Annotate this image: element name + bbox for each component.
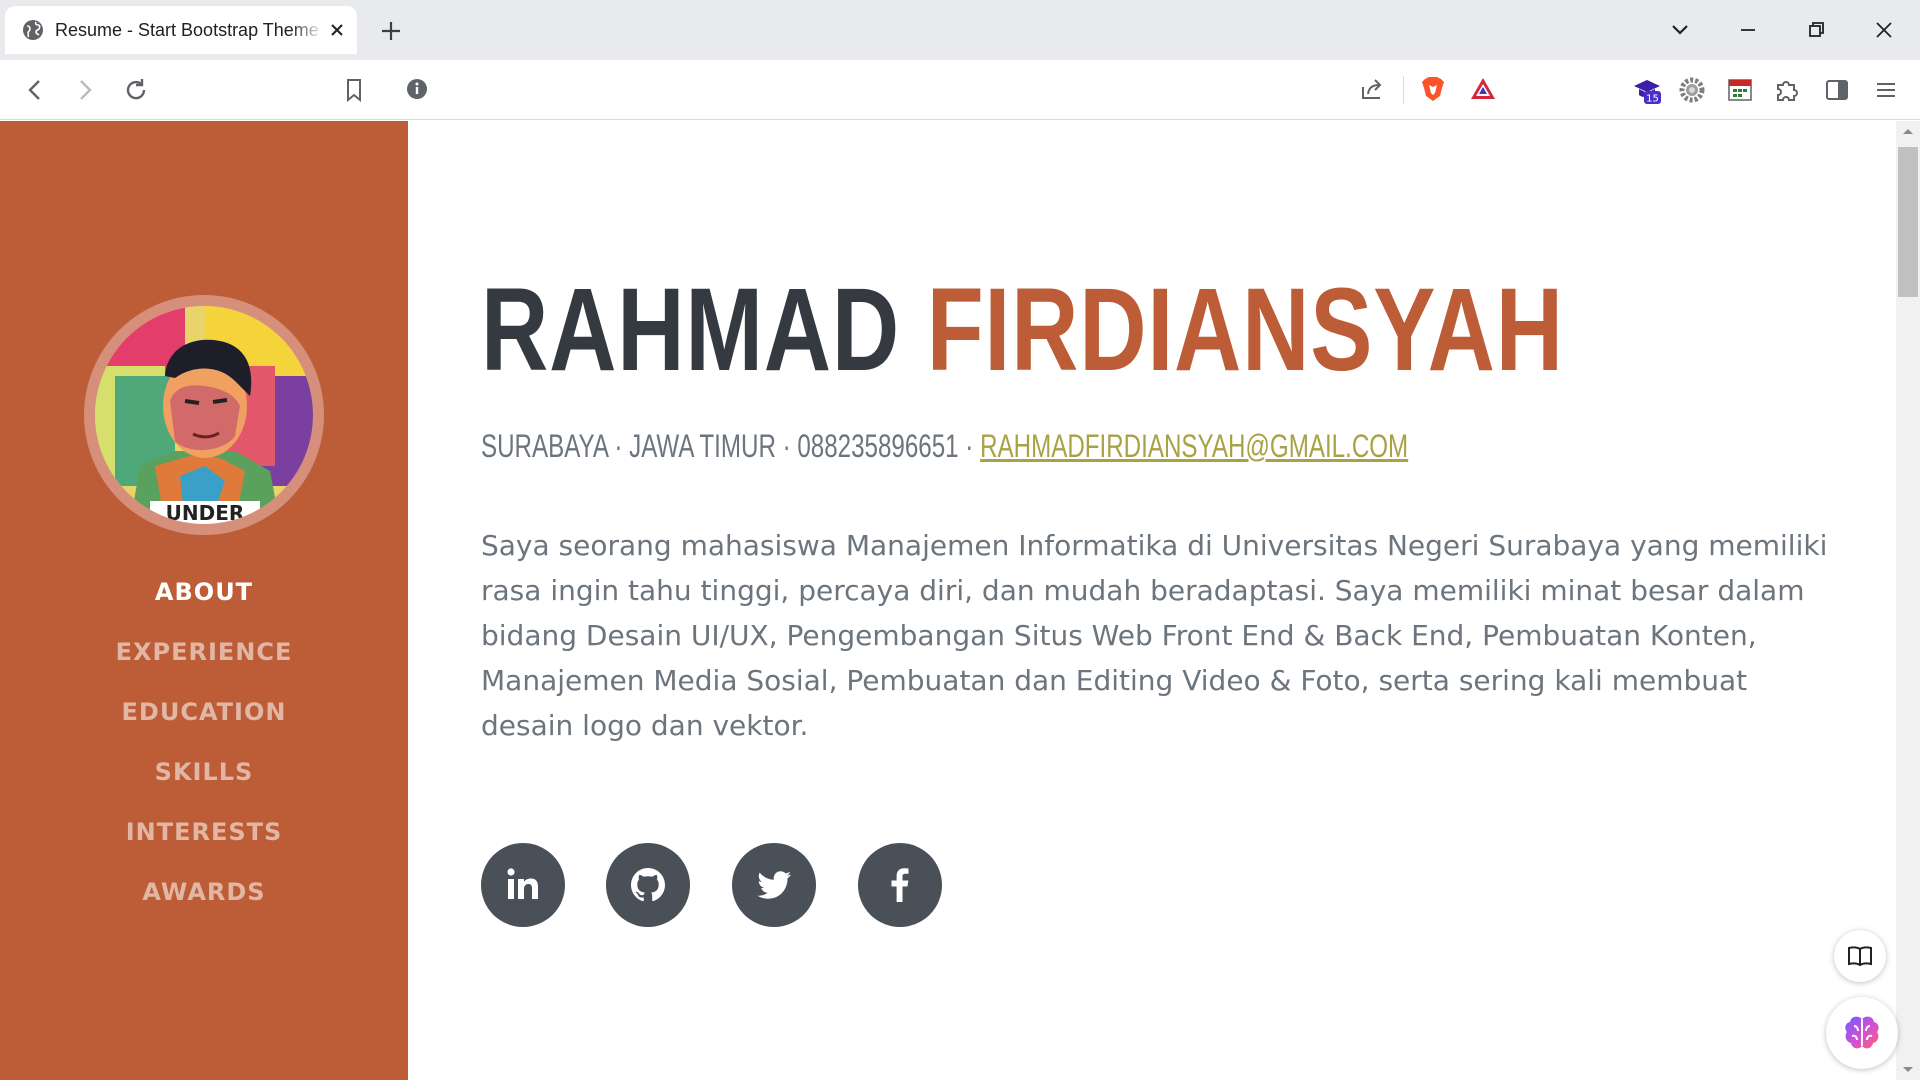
linkedin-button[interactable] [481, 843, 565, 927]
linkedin-icon [507, 868, 538, 899]
tab-search-icon[interactable] [1666, 16, 1694, 44]
nav-item-interests[interactable]: INTERESTS [0, 802, 408, 862]
menu-icon[interactable] [1871, 75, 1901, 105]
puzzle-icon[interactable] [1772, 75, 1802, 105]
page-viewport: UNDER ABOUT EXPERIENCE EDUCATION SKILLS … [0, 121, 1920, 1080]
nav-item-about[interactable]: ABOUT [0, 562, 408, 622]
calendar-extension-icon[interactable] [1725, 75, 1755, 105]
back-arrow-icon[interactable] [20, 75, 50, 105]
browser-tab[interactable]: Resume - Start Bootstrap Theme [5, 6, 357, 54]
github-icon [631, 868, 665, 902]
nav-item-skills[interactable]: SKILLS [0, 742, 408, 802]
nav-item-education[interactable]: EDUCATION [0, 682, 408, 742]
github-button[interactable] [606, 843, 690, 927]
reload-icon[interactable] [121, 75, 151, 105]
page-title: RAHMAD FIRDIANSYAH [481, 271, 1564, 389]
sidebar-nav: ABOUT EXPERIENCE EDUCATION SKILLS INTERE… [0, 562, 408, 922]
brain-icon [1845, 1016, 1879, 1049]
facebook-icon [891, 868, 909, 902]
scroll-up-arrow-icon[interactable] [1896, 121, 1920, 141]
twitter-icon [757, 871, 791, 899]
email-link[interactable]: RAHMADFIRDIANSYAH@GMAIL.COM [980, 428, 1408, 464]
close-window-icon[interactable] [1870, 16, 1898, 44]
omnibox-divider [1403, 76, 1404, 104]
about-paragraph: Saya seorang mahasiswa Manajemen Informa… [481, 529, 1828, 742]
tab-strip: Resume - Start Bootstrap Theme [0, 0, 1920, 60]
info-icon[interactable] [402, 74, 432, 104]
minimize-icon[interactable] [1734, 16, 1762, 44]
shirt-text: UNDER [166, 501, 245, 524]
first-name: RAHMAD [481, 264, 900, 396]
close-icon[interactable] [327, 20, 347, 40]
brave-lion-icon[interactable] [1418, 74, 1448, 104]
bookmark-icon[interactable] [339, 75, 369, 105]
restore-icon[interactable] [1802, 16, 1830, 44]
profile-avatar: UNDER [84, 295, 324, 535]
triangle-rewards-icon[interactable] [1468, 74, 1498, 104]
forward-arrow-icon[interactable] [70, 75, 100, 105]
new-tab-icon[interactable] [378, 18, 404, 44]
share-icon[interactable] [1357, 74, 1387, 104]
sidebar: UNDER ABOUT EXPERIENCE EDUCATION SKILLS … [0, 121, 408, 1080]
facebook-button[interactable] [858, 843, 942, 927]
globe-icon [23, 20, 43, 40]
ai-assistant-button[interactable] [1826, 997, 1898, 1069]
nav-item-awards[interactable]: AWARDS [0, 862, 408, 922]
browser-toolbar: 15 [0, 60, 1920, 120]
book-icon [1848, 946, 1872, 967]
contact-details: SURABAYA · JAWA TIMUR · 088235896651 · [481, 428, 981, 464]
extension-badge: 15 [1646, 94, 1659, 105]
last-name: FIRDIANSYAH [926, 264, 1564, 396]
contact-subheading: SURABAYA · JAWA TIMUR · 088235896651 · R… [481, 426, 1408, 466]
nav-item-experience[interactable]: EXPERIENCE [0, 622, 408, 682]
profile-photo: UNDER [95, 306, 313, 524]
scrollbar-thumb[interactable] [1898, 147, 1918, 297]
tab-title: Resume - Start Bootstrap Theme [55, 20, 319, 40]
twitter-button[interactable] [732, 843, 816, 927]
sidebar-icon[interactable] [1822, 75, 1852, 105]
reader-mode-button[interactable] [1834, 930, 1886, 982]
scroll-down-arrow-icon[interactable] [1896, 1060, 1920, 1080]
main-content: RAHMAD FIRDIANSYAH SURABAYA · JAWA TIMUR… [408, 121, 1896, 1080]
address-bar[interactable] [390, 64, 1510, 114]
graduation-cap-icon[interactable]: 15 [1632, 75, 1662, 105]
gear-extension-icon[interactable] [1677, 75, 1707, 105]
